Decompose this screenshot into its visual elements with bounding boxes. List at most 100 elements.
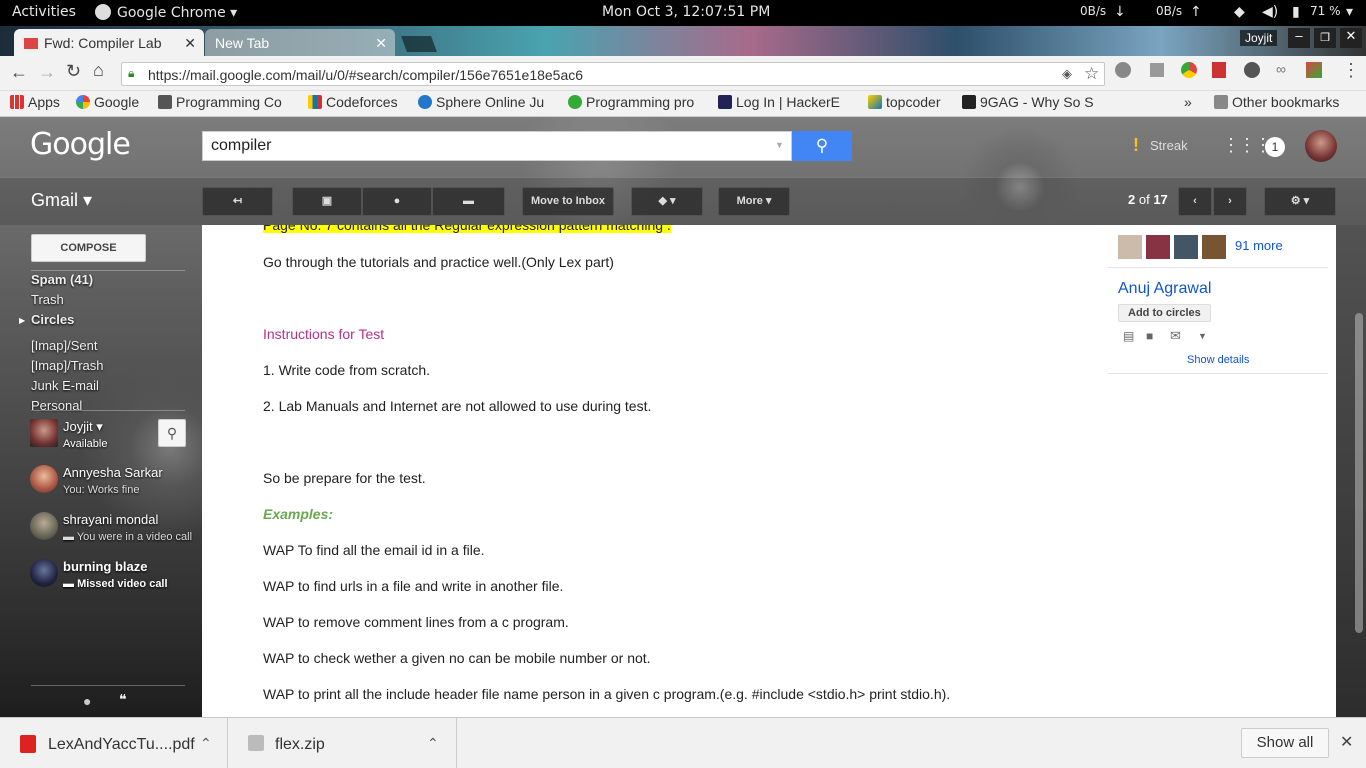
streak-icon[interactable]: !	[1133, 135, 1139, 156]
chevron-up-icon[interactable]: ⌃	[200, 735, 212, 752]
bookmark-programming-contests[interactable]: Programming Co	[158, 94, 293, 110]
label-spam[interactable]: Spam (41)	[31, 272, 93, 287]
download-item[interactable]: flex.zip ⌃	[229, 718, 457, 768]
older-button[interactable]: ›	[1213, 187, 1247, 216]
system-menu-icon[interactable]: ▾	[1346, 4, 1353, 20]
search-options-icon[interactable]: ▼	[775, 140, 784, 150]
google-logo[interactable]: Google	[30, 127, 131, 162]
video-icon[interactable]: ■	[1146, 329, 1153, 343]
extension-icon[interactable]	[1244, 62, 1260, 78]
chevron-down-icon[interactable]: ▼	[1198, 331, 1207, 341]
new-tab-button[interactable]	[401, 36, 437, 52]
email-line: Go through the tutorials and practice we…	[263, 254, 614, 270]
show-details-link[interactable]: Show details	[1187, 354, 1249, 366]
close-tab-icon[interactable]: ✕	[184, 35, 196, 52]
tab-gmail[interactable]: Fwd: Compiler Lab ✕	[14, 29, 204, 56]
show-all-button[interactable]: Show all	[1241, 728, 1329, 758]
label-junk[interactable]: Junk E-mail	[31, 378, 99, 393]
label-trash[interactable]: Trash	[31, 292, 64, 307]
person-icon[interactable]: ●	[83, 693, 91, 709]
avatar[interactable]	[1202, 235, 1226, 259]
bookmark-9gag[interactable]: 9GAG - Why So S	[962, 94, 1097, 110]
avatar	[30, 465, 58, 493]
home-icon[interactable]: ⌂	[93, 60, 104, 81]
move-to-inbox-button[interactable]: Move to Inbox	[522, 187, 614, 216]
archive-button[interactable]: ▣	[292, 187, 362, 216]
streak-label[interactable]: Streak	[1150, 138, 1188, 153]
contact-name[interactable]: Anuj Agrawal	[1118, 280, 1211, 298]
other-bookmarks[interactable]: Other bookmarks	[1214, 94, 1339, 110]
activities-button[interactable]: Activities	[12, 4, 76, 20]
email-heading: Instructions for Test	[263, 326, 385, 342]
mail-icon[interactable]: ✉	[1170, 328, 1181, 344]
search-icon: ⚲	[166, 425, 178, 441]
bookmark-hackerearth[interactable]: Log In | HackerE	[718, 94, 853, 110]
bookmark-codeforces[interactable]: Codeforces	[308, 94, 398, 110]
extension-icon[interactable]	[1115, 62, 1131, 78]
labels-button[interactable]: ◆ ▾	[631, 187, 703, 216]
scrollbar[interactable]	[1336, 225, 1366, 717]
bookmarks-overflow-button[interactable]: »	[1184, 94, 1192, 110]
url-text[interactable]: https://mail.google.com/mail/u/0/#search…	[148, 67, 583, 83]
gmail-app-switcher[interactable]: Gmail ▾	[31, 190, 92, 211]
extension-icon[interactable]	[1306, 62, 1322, 78]
address-bar[interactable]: 🔒︎ https://mail.google.com/mail/u/0/#sea…	[121, 62, 1105, 86]
bookmark-spoj[interactable]: Sphere Online Ju	[418, 94, 553, 110]
add-to-circles-button[interactable]: Add to circles	[1118, 304, 1211, 322]
label-imap-sent[interactable]: [Imap]/Sent	[31, 338, 97, 353]
minimize-button[interactable]: –	[1288, 28, 1310, 48]
delete-button[interactable]: ▬	[432, 187, 505, 216]
link-icon[interactable]: ∞	[1276, 61, 1286, 77]
avatar[interactable]	[1146, 235, 1170, 259]
extension-badge-icon[interactable]: ◈	[1062, 66, 1072, 82]
settings-button[interactable]: ⚙ ▾	[1264, 187, 1336, 216]
more-people-link[interactable]: 91 more	[1235, 238, 1283, 253]
more-button[interactable]: More ▾	[718, 187, 790, 216]
profile-name[interactable]: Joyjit	[1240, 30, 1278, 46]
chat-icon[interactable]: ▤	[1123, 329, 1134, 343]
back-icon[interactable]: ←	[10, 62, 28, 83]
star-icon[interactable]: ☆	[1084, 64, 1099, 84]
bookmark-google[interactable]: Google	[76, 94, 139, 110]
clock[interactable]: Mon Oct 3, 12:07:51 PM	[602, 4, 770, 20]
search-input[interactable]: compiler ▼	[202, 131, 792, 161]
back-to-search-button[interactable]: ↤	[202, 187, 273, 216]
notifications-badge[interactable]: 1	[1265, 137, 1285, 157]
search-button[interactable]: ⚲	[792, 131, 852, 161]
extension-icon[interactable]	[1212, 62, 1226, 78]
maximize-button[interactable]: ❐	[1314, 28, 1336, 48]
compose-button[interactable]: COMPOSE	[31, 234, 146, 262]
account-avatar[interactable]	[1305, 130, 1337, 162]
label-circles[interactable]: Circles	[31, 312, 74, 327]
divider	[1108, 267, 1328, 268]
extension-icon[interactable]	[1181, 62, 1197, 78]
avatar[interactable]	[1174, 235, 1198, 259]
reload-icon[interactable]: ↻	[66, 61, 81, 82]
wifi-icon[interactable]: ◆	[1234, 4, 1245, 20]
app-menu[interactable]: Google Chrome ▾	[95, 4, 237, 21]
avatar[interactable]	[1118, 235, 1142, 259]
bookmark-apps[interactable]: Apps	[10, 94, 60, 110]
label-imap-trash[interactable]: [Imap]/Trash	[31, 358, 103, 373]
chevron-up-icon[interactable]: ⌃	[427, 735, 439, 752]
scrollbar-thumb[interactable]	[1355, 313, 1363, 633]
report-spam-button[interactable]: ●	[362, 187, 432, 216]
close-tab-icon[interactable]: ✕	[375, 35, 387, 52]
folder-icon	[1214, 95, 1228, 109]
hangouts-icon[interactable]: ❝	[119, 691, 127, 708]
close-window-button[interactable]: ✕	[1340, 28, 1362, 48]
bookmark-programming-pro[interactable]: Programming pro	[568, 94, 703, 110]
apps-grid-icon[interactable]: ⋮⋮⋮	[1222, 135, 1272, 156]
close-icon[interactable]: ✕	[1340, 732, 1353, 752]
extension-icon[interactable]	[1150, 63, 1164, 77]
chat-search-button[interactable]: ⚲	[158, 419, 186, 447]
newer-button[interactable]: ‹	[1178, 187, 1212, 216]
volume-icon[interactable]: ◀)	[1262, 4, 1278, 20]
forward-icon[interactable]: →	[38, 62, 56, 83]
expand-arrow-icon[interactable]: ▶	[19, 316, 25, 325]
download-item[interactable]: LexAndYaccTu....pdf ⌃	[0, 718, 228, 768]
battery-icon[interactable]: ▮	[1292, 4, 1300, 20]
tab-new[interactable]: New Tab ✕	[205, 29, 395, 56]
chrome-menu-icon[interactable]: ⋮	[1342, 60, 1360, 81]
bookmark-topcoder[interactable]: topcoder	[868, 94, 940, 110]
